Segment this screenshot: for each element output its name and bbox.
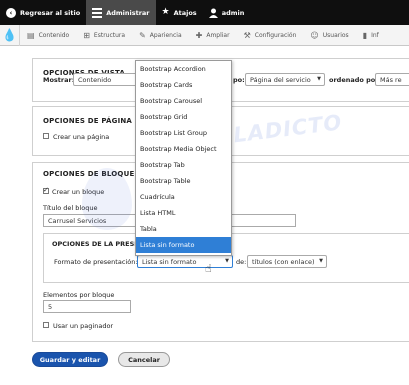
star-icon: ★ <box>161 7 170 17</box>
dropdown-option[interactable]: Cuadrícula <box>136 189 231 205</box>
type-select[interactable]: Página del servicio ▼ <box>245 73 325 86</box>
user-label: admin <box>221 8 245 17</box>
chevron-down-icon: ▼ <box>319 258 323 264</box>
items-per-block-input[interactable]: 5 <box>43 300 131 313</box>
back-arrow-icon: ‹ <box>6 7 16 18</box>
tray-item-label: Estructura <box>93 31 126 39</box>
document-icon: ▤ <box>27 30 35 40</box>
puzzle-icon: ✚ <box>195 30 203 40</box>
admin-tray: 💧 ▤ Contenido ⊞ Estructura ✎ Apariencia ✚ Am… <box>0 24 409 46</box>
cancel-button[interactable]: Cancelar <box>118 352 170 367</box>
sort-select-value: Más re <box>380 76 402 84</box>
tray-item-configuration[interactable]: ⚒ Configuración <box>237 25 304 46</box>
tray-item-label: Apariencia <box>149 31 182 39</box>
save-and-edit-button[interactable]: Guardar y editar <box>32 352 108 367</box>
dropdown-option[interactable]: Bootstrap Grid <box>136 109 231 125</box>
tray-item-label: Usuarios <box>322 31 349 39</box>
user-icon <box>208 8 218 18</box>
tray-item-label: Configuración <box>254 31 297 39</box>
of-select-value: títulos (con enlace) <box>252 258 315 266</box>
tray-item-people[interactable]: ☺ Usuarios <box>303 25 355 46</box>
type-select-value: Página del servicio <box>250 76 311 84</box>
dropdown-option[interactable]: Lista HTML <box>136 205 231 221</box>
dropdown-option[interactable]: Bootstrap List Group <box>136 125 231 141</box>
tray-item-content[interactable]: ▤ Contenido <box>20 25 76 46</box>
chevron-down-icon: ▼ <box>317 76 321 82</box>
items-per-block-label: Elementos por bloque <box>43 291 115 299</box>
dropdown-option[interactable]: Tabla <box>136 221 231 237</box>
structure-icon: ⊞ <box>83 30 90 40</box>
tray-item-label: Contenido <box>38 31 70 39</box>
sort-label: ordenado por: <box>329 76 382 84</box>
use-pager-label: Usar un paginador <box>53 322 114 330</box>
create-page-label: Crear una página <box>53 133 110 141</box>
back-to-site-link[interactable]: ‹ Regresar al sitio <box>0 0 86 25</box>
people-icon: ☺ <box>310 30 319 40</box>
format-select[interactable]: Lista sin formato ▼ <box>137 255 233 268</box>
tray-item-label: Ampliar <box>206 31 230 39</box>
format-select-value: Lista sin formato <box>142 258 197 266</box>
user-tab[interactable]: admin <box>203 0 251 25</box>
dropdown-option[interactable]: Bootstrap Carousel <box>136 93 231 109</box>
dropdown-option[interactable]: Bootstrap Tab <box>136 157 231 173</box>
presentation-title: OPCIONES DE LA PRESE <box>52 240 139 248</box>
dropdown-option[interactable]: Bootstrap Table <box>136 173 231 189</box>
shortcuts-label: Atajos <box>173 8 197 17</box>
dropdown-option[interactable]: Bootstrap Media Object <box>136 141 231 157</box>
block-title-value: Carrusel Servicios <box>48 217 107 225</box>
dropdown-option-selected[interactable]: Lista sin formato <box>136 237 231 253</box>
wrench-icon: ⚒ <box>243 30 251 40</box>
hamburger-icon <box>92 6 103 20</box>
create-page-checkbox[interactable] <box>43 133 49 139</box>
of-select[interactable]: títulos (con enlace) ▼ <box>247 255 327 268</box>
drupal-logo-icon[interactable]: 💧 <box>0 24 20 46</box>
chevron-down-icon: ▼ <box>225 258 229 264</box>
type-label: po: <box>233 76 245 84</box>
format-dropdown-list: Bootstrap Accordion Bootstrap Cards Boot… <box>135 60 232 256</box>
tray-item-reports[interactable]: ▮ Inf <box>356 25 386 46</box>
tray-item-structure[interactable]: ⊞ Estructura <box>76 25 132 46</box>
hand-cursor-icon: ☝ <box>205 262 212 275</box>
tray-item-appearance[interactable]: ✎ Apariencia <box>132 25 189 46</box>
dropdown-option[interactable]: Bootstrap Cards <box>136 77 231 93</box>
show-select-value: Contenido <box>78 76 112 84</box>
block-title-label: Título del bloque <box>43 204 98 212</box>
dropdown-option[interactable]: Bootstrap Accordion <box>136 61 231 77</box>
bar-chart-icon: ▮ <box>362 30 368 40</box>
back-to-site-label: Regresar al sitio <box>20 8 81 17</box>
manage-label: Administrar <box>106 8 150 17</box>
create-block-label: Crear un bloque <box>52 188 105 196</box>
use-pager-checkbox[interactable] <box>43 322 49 328</box>
show-label: Mostrar: <box>43 76 75 84</box>
manage-tab[interactable]: Administrar <box>86 0 156 25</box>
of-label: de: <box>236 258 247 266</box>
page-options-title: OPCIONES DE PÁGINA <box>43 117 133 125</box>
brush-icon: ✎ <box>139 30 146 40</box>
tray-item-label: Inf <box>371 31 379 39</box>
format-label: Formato de presentación: <box>54 258 138 266</box>
tray-item-extend[interactable]: ✚ Ampliar <box>189 25 237 46</box>
items-per-block-value: 5 <box>48 303 53 311</box>
block-options-title: OPCIONES DE BLOQUE <box>43 170 135 178</box>
admin-toolbar: ‹ Regresar al sitio Administrar ★ Atajos… <box>0 0 409 25</box>
create-block-checkbox[interactable] <box>43 186 49 194</box>
sort-select[interactable]: Más re <box>375 73 409 86</box>
shortcuts-tab[interactable]: ★ Atajos <box>156 0 203 25</box>
